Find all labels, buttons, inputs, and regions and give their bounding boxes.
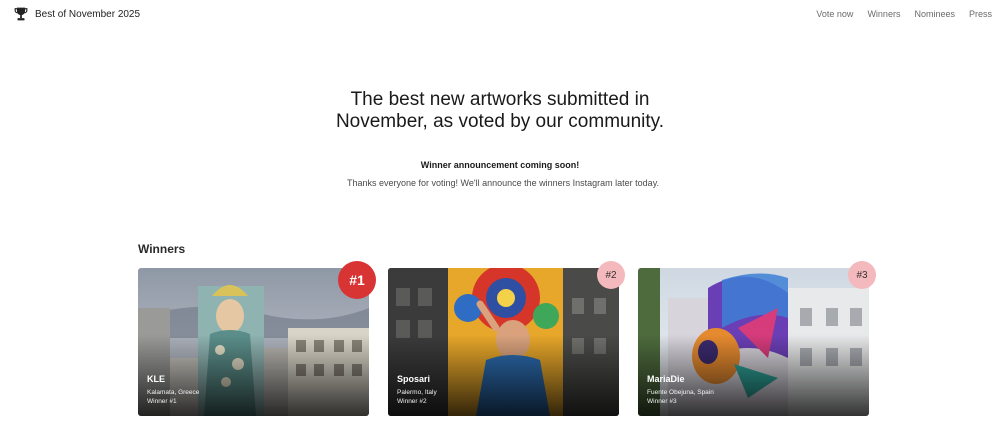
- artist-name: KLE: [147, 374, 165, 384]
- artwork-location: Fuente Obejuna, Spain: [647, 389, 714, 396]
- winner-rank: Winner #2: [397, 398, 427, 405]
- hero-title: The best new artworks submitted in Novem…: [0, 89, 1000, 133]
- rank-badge-1: #1: [338, 261, 376, 299]
- artwork-location: Kalamata, Greece: [147, 389, 200, 396]
- nav-press[interactable]: Press: [969, 9, 992, 19]
- main-nav: Vote now Winners Nominees Press: [816, 9, 992, 19]
- top-bar: Best of November 2025 Vote now Winners N…: [0, 0, 1000, 28]
- artist-name: MariaDie: [647, 374, 685, 384]
- announcement-heading: Winner announcement coming soon!: [420, 160, 580, 170]
- announcement-text: Thanks everyone for voting! We'll announ…: [346, 178, 660, 188]
- hero-title-line-2: November, as voted by our community.: [335, 111, 665, 132]
- nav-nominees[interactable]: Nominees: [914, 9, 955, 19]
- artist-name: Sposari: [397, 374, 431, 384]
- trophy-icon: [14, 7, 28, 21]
- hero-title-line-1: The best new artworks submitted in: [350, 89, 650, 110]
- rank-badge-2: #2: [597, 261, 625, 289]
- brand[interactable]: Best of November 2025: [14, 6, 140, 22]
- winner-card-1[interactable]: KLE Kalamata, Greece Winner #1: [138, 268, 369, 416]
- nav-winners[interactable]: Winners: [867, 9, 900, 19]
- winner-rank: Winner #1: [147, 398, 177, 405]
- rank-badge-3: #3: [848, 261, 876, 289]
- winner-card-3[interactable]: MariaDie Fuente Obejuna, Spain Winner #3: [638, 268, 869, 416]
- winners-heading: Winners: [138, 242, 186, 256]
- winner-card-2[interactable]: Sposari Palermo, Italy Winner #2: [388, 268, 619, 416]
- artwork-location: Palermo, Italy: [397, 389, 437, 396]
- site-title: Best of November 2025: [35, 8, 141, 20]
- nav-vote-now[interactable]: Vote now: [816, 9, 853, 19]
- winner-rank: Winner #3: [647, 398, 677, 405]
